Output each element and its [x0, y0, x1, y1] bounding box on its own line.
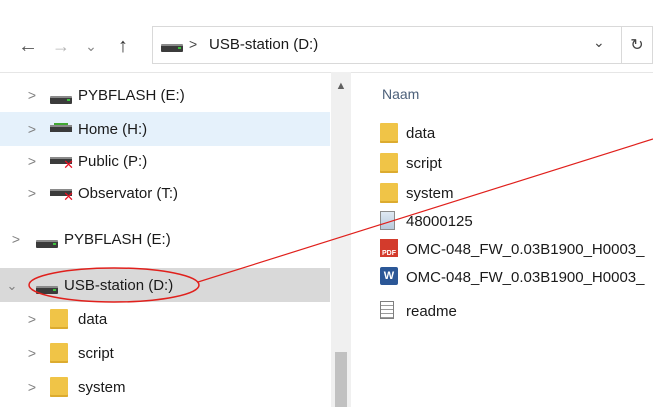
file-row-readme[interactable]: readme — [380, 298, 457, 324]
back-arrow-icon: ← — [18, 34, 38, 57]
navigation-pane: > PYBFLASH (E:) > Home (H:) > ✕ Public (… — [0, 72, 352, 407]
drive-icon — [50, 91, 72, 108]
back-button[interactable]: ← — [14, 30, 42, 62]
address-bar[interactable]: > USB-station (D:) ⌄ — [152, 26, 622, 64]
tree-item-label: PYBFLASH (E:) — [64, 230, 171, 248]
tree-item-home-h[interactable]: > Home (H:) — [0, 112, 330, 146]
tree-item-label: script — [78, 344, 114, 362]
scrollbar-thumb[interactable] — [335, 352, 347, 407]
chevron-right-icon[interactable]: > — [26, 379, 38, 395]
refresh-button[interactable]: ↻ — [622, 26, 653, 64]
folder-icon — [50, 377, 68, 401]
chevron-right-icon[interactable]: > — [26, 153, 38, 169]
file-row-omc-word[interactable]: W OMC-048_FW_0.03B1900_H0003_ — [380, 264, 644, 290]
file-row-data[interactable]: data — [380, 120, 435, 146]
text-file-icon — [380, 301, 400, 321]
tree-item-label: Observator (T:) — [78, 184, 179, 202]
tree-item-public-p[interactable]: > ✕ Public (P:) — [0, 144, 330, 178]
network-drive-disconnected-icon: ✕ — [50, 185, 74, 203]
pdf-icon: PDF — [380, 239, 400, 259]
column-header-name[interactable]: Naam — [382, 86, 419, 102]
file-name: script — [406, 154, 442, 172]
drive-icon — [161, 39, 183, 57]
forward-button[interactable]: → — [48, 30, 74, 62]
breadcrumb-current[interactable]: USB-station (D:) — [209, 36, 318, 53]
word-icon: W — [380, 267, 400, 287]
tree-item-label: USB-station (D:) — [64, 276, 174, 294]
chevron-down-icon[interactable]: ⌄ — [6, 278, 18, 294]
tree-item-label: Home (H:) — [78, 120, 148, 138]
tree-item-usb-station-d[interactable]: ⌄ USB-station (D:) — [0, 268, 330, 302]
tree-item-label: system — [78, 378, 126, 396]
refresh-icon: ↻ — [630, 37, 644, 54]
file-list-pane: Naam data script system 48000125 PDF OMC… — [352, 72, 653, 407]
file-row-script[interactable]: script — [380, 150, 442, 176]
file-name: 48000125 — [406, 212, 473, 230]
document-icon — [380, 211, 400, 231]
drive-icon — [36, 235, 58, 252]
tree-item-observator-t[interactable]: > ✕ Observator (T:) — [0, 176, 330, 210]
file-name: OMC-048_FW_0.03B1900_H0003_ — [406, 268, 645, 286]
folder-icon — [50, 309, 68, 333]
folder-icon — [380, 123, 400, 143]
recent-locations-button[interactable]: ⌄ — [82, 30, 100, 62]
file-name: readme — [406, 302, 457, 320]
file-name: OMC-048_FW_0.03B1900_H0003_ — [406, 240, 645, 258]
tree-item-data[interactable]: > data — [0, 302, 330, 336]
tree-item-label: Public (P:) — [78, 152, 148, 170]
chevron-right-icon[interactable]: > — [26, 185, 38, 201]
address-toolbar: ← → ⌄ ↑ > USB-station (D:) ⌄ ↻ — [0, 0, 653, 73]
file-name: system — [406, 184, 454, 202]
navigation-pane-scrollbar[interactable]: ▲ — [331, 72, 351, 407]
tree-item-pybflash-e[interactable]: > PYBFLASH (E:) — [0, 78, 330, 112]
file-row-system[interactable]: system — [380, 180, 454, 206]
chevron-right-icon[interactable]: > — [26, 345, 38, 361]
chevron-right-icon[interactable]: > — [26, 87, 38, 103]
up-button[interactable]: ↑ — [110, 30, 136, 62]
file-name: data — [406, 124, 436, 142]
folder-icon — [380, 153, 400, 173]
address-dropdown-icon[interactable]: ⌄ — [593, 34, 605, 51]
folder-icon — [380, 183, 400, 203]
network-drive-disconnected-icon: ✕ — [50, 153, 74, 171]
breadcrumb-separator[interactable]: > — [189, 36, 197, 52]
up-arrow-icon: ↑ — [118, 34, 128, 57]
network-drive-icon — [50, 121, 72, 139]
chevron-right-icon[interactable]: > — [26, 311, 38, 327]
folder-icon — [50, 343, 68, 367]
tree-item-system[interactable]: > system — [0, 370, 330, 404]
file-row-48000125[interactable]: 48000125 — [380, 208, 473, 234]
tree-item-label: data — [78, 310, 108, 328]
tree-item-pybflash-e-2[interactable]: > PYBFLASH (E:) — [0, 222, 330, 256]
forward-arrow-icon: → — [52, 35, 70, 56]
tree-item-script[interactable]: > script — [0, 336, 330, 370]
file-row-omc-pdf[interactable]: PDF OMC-048_FW_0.03B1900_H0003_ — [380, 236, 644, 262]
chevron-down-icon: ⌄ — [85, 37, 97, 54]
chevron-right-icon[interactable]: > — [10, 231, 22, 247]
tree-item-label: PYBFLASH (E:) — [78, 86, 185, 104]
scroll-up-arrow-icon[interactable]: ▲ — [331, 80, 351, 92]
drive-icon — [36, 281, 58, 298]
chevron-right-icon[interactable]: > — [26, 121, 38, 137]
